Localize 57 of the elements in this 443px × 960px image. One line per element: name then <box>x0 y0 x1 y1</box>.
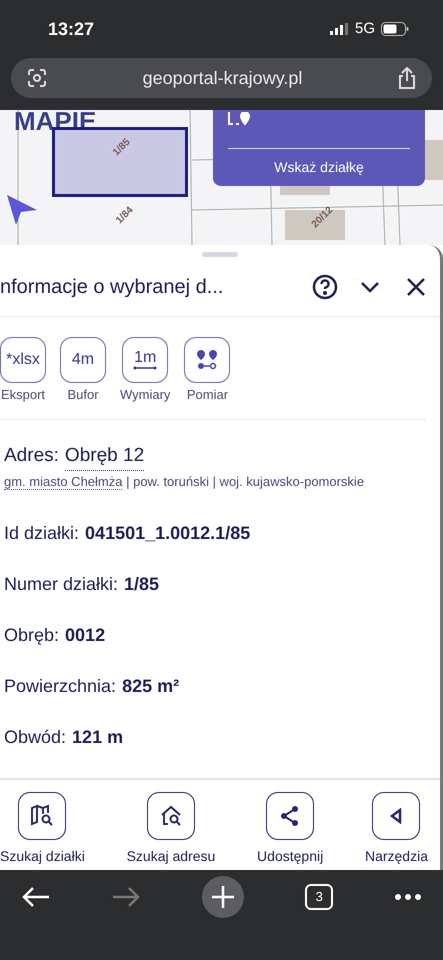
tab-count-button[interactable]: 3 <box>305 884 334 910</box>
field-label: Obręb: <box>4 624 60 647</box>
field-label: Numer działki: <box>4 573 118 596</box>
show-parcel-button[interactable]: Wskaż działkę <box>274 157 364 178</box>
ruler-line-icon <box>133 366 158 370</box>
field-value: 121 m <box>72 726 124 749</box>
scan-icon[interactable] <box>27 68 47 88</box>
chevron-down-icon[interactable] <box>360 280 380 292</box>
nav-button[interactable]: Szukaj działki <box>0 792 85 870</box>
tool-label: Bufor <box>67 386 99 404</box>
nav-button[interactable]: Szukaj adresu <box>126 792 216 870</box>
chevron-left-icon <box>389 808 404 824</box>
address-link[interactable]: Obręb 12 <box>64 442 144 471</box>
nav-button[interactable]: Narzędzia <box>364 792 428 870</box>
field-value: 0012 <box>65 624 106 647</box>
map-search-icon <box>30 804 54 828</box>
network-label: 5G <box>354 18 375 39</box>
nav-label: Narzędzia <box>364 847 428 866</box>
route-pins-icon <box>196 349 218 371</box>
field-value: 1/85 <box>124 573 160 596</box>
share-icon[interactable] <box>398 67 416 89</box>
battery-icon <box>381 22 409 36</box>
tool-button[interactable]: 1m <box>122 337 168 383</box>
panel-title: nformacje o wybranej d... <box>0 274 224 300</box>
nav-label: Szukaj działki <box>0 847 85 866</box>
house-search-icon <box>158 804 183 828</box>
tool-button[interactable]: *xlsx <box>0 337 46 383</box>
tool-label: Wymiary <box>120 386 170 404</box>
more-icon[interactable] <box>395 894 421 900</box>
location-arrow-icon[interactable] <box>4 192 38 226</box>
address-bar[interactable]: geoportal-krajowy.pl <box>11 58 432 98</box>
tool-label: Pomiar <box>186 386 228 404</box>
new-tab-icon[interactable] <box>202 876 244 918</box>
tool-label: Eksport <box>0 386 46 404</box>
ruler-label: 1m <box>134 350 156 366</box>
field-value: 825 m² <box>122 675 180 698</box>
tool-button[interactable]: 4m <box>60 337 106 383</box>
forward-arrow-icon[interactable] <box>112 886 140 908</box>
municipality-link[interactable]: gm. miasto Chełmża <box>4 474 122 490</box>
back-arrow-icon[interactable] <box>22 886 50 908</box>
nav-label: Szukaj adresu <box>126 847 216 866</box>
nav-button[interactable]: Udostępnij <box>257 792 324 870</box>
nav-label: Udostępnij <box>257 847 324 866</box>
field-label: Powierzchnia: <box>4 675 116 698</box>
drag-handle[interactable] <box>202 252 238 257</box>
address-details: gm. miasto Chełmża | pow. toruński | woj. kujawsko-pomorskie <box>4 473 366 490</box>
help-icon[interactable] <box>312 274 338 300</box>
field-value: 041501_1.0012.1/85 <box>85 522 250 545</box>
close-icon[interactable] <box>406 276 426 296</box>
map-pin-icon <box>228 112 250 126</box>
signal-icon <box>330 23 349 35</box>
address-label: Adres: <box>4 444 59 468</box>
tool-button[interactable] <box>184 337 230 383</box>
url-text: geoportal-krajowy.pl <box>142 66 302 90</box>
field-label: Obwód: <box>4 726 66 749</box>
status-time: 13:27 <box>48 18 94 40</box>
field-label: Id działki: <box>4 522 80 545</box>
